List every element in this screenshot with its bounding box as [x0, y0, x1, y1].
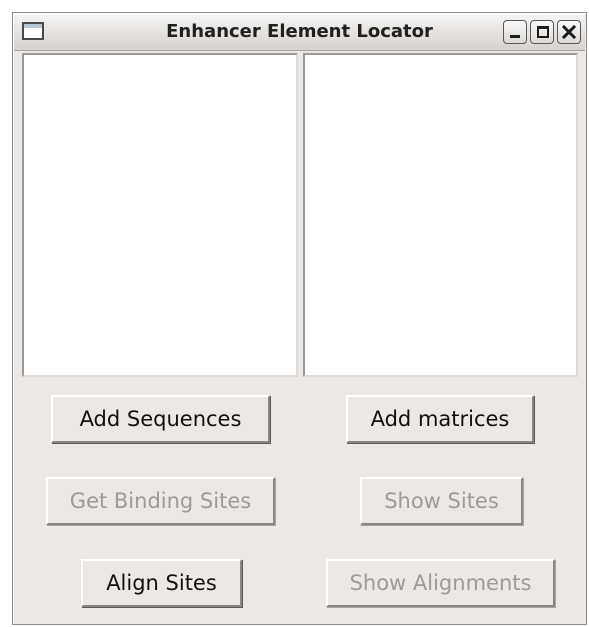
- close-icon: [561, 24, 577, 40]
- title-bar[interactable]: Enhancer Element Locator: [14, 14, 585, 51]
- show-alignments-button[interactable]: Show Alignments: [326, 559, 555, 607]
- app-window: Enhancer Element Locator Add Sequences A…: [12, 12, 587, 625]
- minimize-button[interactable]: [503, 20, 527, 44]
- show-sites-button[interactable]: Show Sites: [360, 477, 523, 525]
- add-matrices-button[interactable]: Add matrices: [346, 395, 534, 443]
- sequences-list[interactable]: [22, 53, 298, 377]
- get-binding-sites-button[interactable]: Get Binding Sites: [46, 477, 275, 525]
- window-controls: [503, 20, 581, 44]
- close-button[interactable]: [557, 20, 581, 44]
- window-title: Enhancer Element Locator: [166, 21, 433, 42]
- maximize-icon: [537, 26, 549, 38]
- add-sequences-button[interactable]: Add Sequences: [51, 395, 270, 443]
- maximize-button[interactable]: [530, 20, 554, 44]
- align-sites-button[interactable]: Align Sites: [81, 559, 242, 607]
- matrices-list[interactable]: [303, 53, 578, 377]
- minimize-icon: [510, 35, 520, 38]
